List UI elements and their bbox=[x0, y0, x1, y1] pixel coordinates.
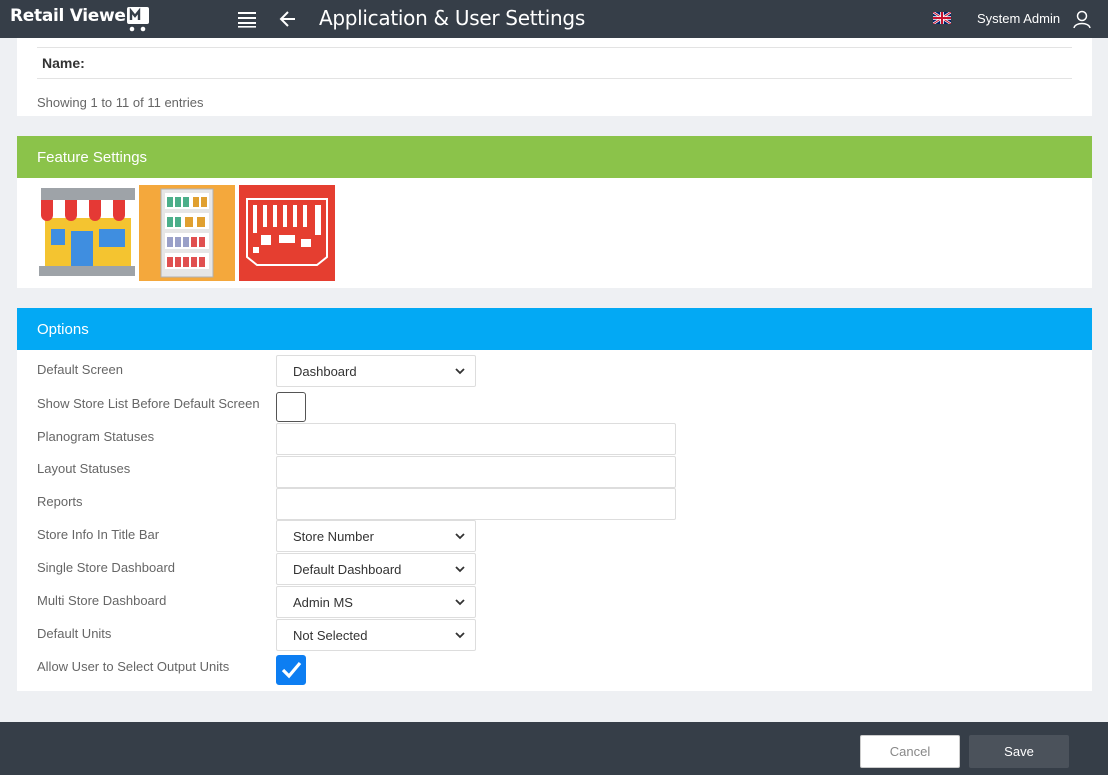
user-icon[interactable] bbox=[1072, 9, 1092, 29]
app-logo[interactable]: Retail Viewer bbox=[10, 6, 134, 26]
page-title: Application & User Settings bbox=[319, 6, 585, 30]
planogram-statuses-label: Planogram Statuses bbox=[37, 429, 155, 444]
entries-count: Showing 1 to 11 of 11 entries bbox=[37, 95, 204, 110]
default-units-select[interactable]: Not Selected bbox=[276, 619, 476, 651]
store-icon bbox=[39, 185, 135, 281]
default-units-label: Default Units bbox=[37, 626, 112, 641]
allow-output-units-label: Allow User to Select Output Units bbox=[37, 659, 230, 674]
shelf-planogram-icon bbox=[139, 185, 235, 281]
cart-logo-icon bbox=[127, 7, 149, 32]
show-store-list-label: Show Store List Before Default Screen bbox=[37, 396, 260, 411]
name-column-header[interactable]: Name: bbox=[42, 55, 85, 71]
chevron-down-icon bbox=[455, 565, 465, 572]
chevron-down-icon bbox=[455, 598, 465, 605]
single-store-dashboard-value: Default Dashboard bbox=[293, 561, 402, 577]
divider bbox=[37, 47, 1072, 48]
menu-icon[interactable] bbox=[236, 9, 258, 29]
entries-card: Name: Showing 1 to 11 of 11 entries bbox=[17, 38, 1092, 116]
reports-input[interactable] bbox=[276, 488, 676, 520]
back-arrow-icon[interactable] bbox=[277, 8, 299, 30]
options-header: Options bbox=[17, 308, 1092, 350]
checkmark-icon bbox=[281, 661, 302, 679]
allow-output-units-checkbox[interactable] bbox=[276, 655, 306, 685]
feature-settings-card: Feature Settings bbox=[17, 136, 1092, 288]
options-title: Options bbox=[37, 321, 89, 338]
show-store-list-checkbox[interactable] bbox=[276, 392, 306, 422]
options-card: Options Default Screen Dashboard Show St… bbox=[17, 308, 1092, 691]
uk-flag-icon[interactable] bbox=[933, 12, 951, 24]
store-info-title-bar-select[interactable]: Store Number bbox=[276, 520, 476, 552]
default-screen-select[interactable]: Dashboard bbox=[276, 355, 476, 387]
cancel-button[interactable]: Cancel bbox=[860, 735, 960, 768]
layout-settings-tile[interactable] bbox=[239, 185, 335, 281]
chevron-down-icon bbox=[455, 367, 465, 374]
default-screen-value: Dashboard bbox=[293, 363, 357, 379]
footer-bar: Cancel Save bbox=[0, 722, 1108, 775]
feature-settings-header: Feature Settings bbox=[17, 136, 1092, 178]
layout-statuses-label: Layout Statuses bbox=[37, 461, 131, 476]
top-bar: Retail Viewer Application & User Setting… bbox=[0, 0, 1108, 38]
chevron-down-icon bbox=[455, 532, 465, 539]
default-screen-label: Default Screen bbox=[37, 362, 123, 377]
multi-store-dashboard-select[interactable]: Admin MS bbox=[276, 586, 476, 618]
store-info-title-bar-value: Store Number bbox=[293, 528, 374, 544]
store-info-title-bar-label: Store Info In Title Bar bbox=[37, 527, 160, 542]
planogram-statuses-input[interactable] bbox=[276, 423, 676, 455]
planogram-settings-tile[interactable] bbox=[139, 185, 235, 281]
default-units-value: Not Selected bbox=[293, 627, 368, 643]
feature-settings-title: Feature Settings bbox=[37, 149, 148, 166]
single-store-dashboard-label: Single Store Dashboard bbox=[37, 560, 176, 575]
chevron-down-icon bbox=[455, 631, 465, 638]
store-settings-tile[interactable] bbox=[39, 185, 135, 281]
reports-label: Reports bbox=[37, 494, 83, 509]
layout-statuses-input[interactable] bbox=[276, 456, 676, 488]
multi-store-dashboard-value: Admin MS bbox=[293, 594, 353, 610]
floor-layout-icon bbox=[239, 185, 335, 281]
divider bbox=[37, 78, 1072, 79]
save-button[interactable]: Save bbox=[969, 735, 1069, 768]
user-name[interactable]: System Admin bbox=[977, 11, 1060, 26]
single-store-dashboard-select[interactable]: Default Dashboard bbox=[276, 553, 476, 585]
multi-store-dashboard-label: Multi Store Dashboard bbox=[37, 593, 167, 608]
